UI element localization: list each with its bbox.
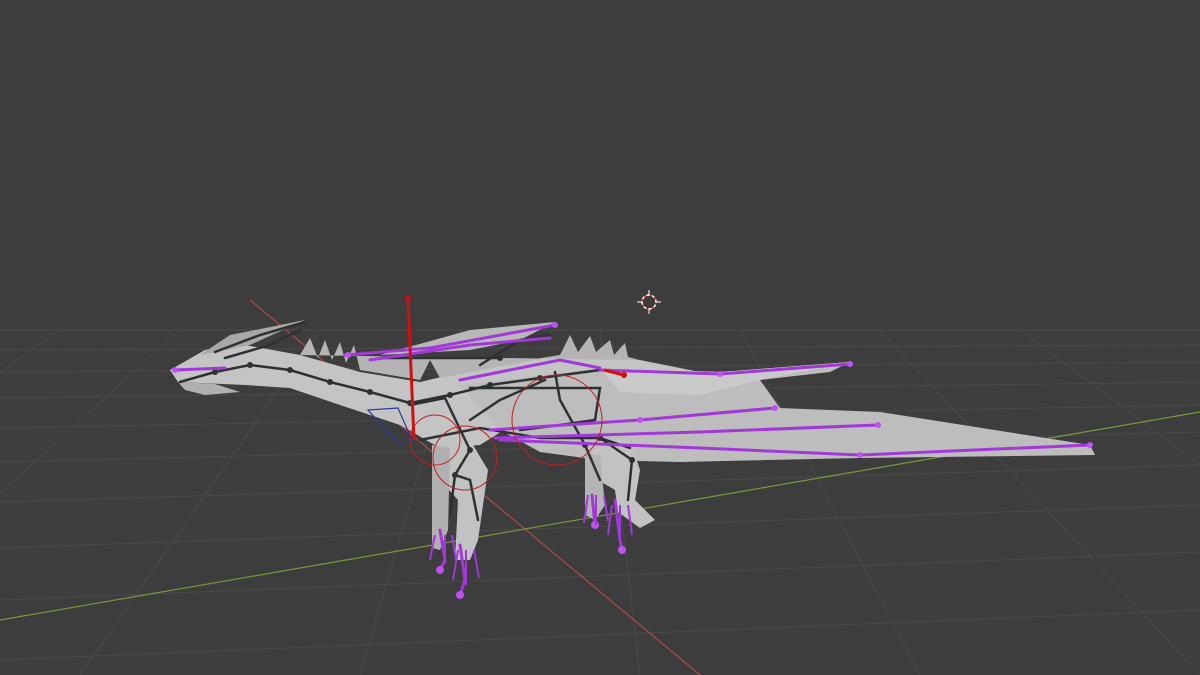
active-bone-head [405, 295, 411, 301]
active-bone-tip [621, 372, 627, 378]
3d-cursor-icon[interactable] [637, 290, 661, 314]
3d-viewport[interactable] [0, 0, 1200, 675]
viewport-canvas[interactable] [0, 0, 1200, 675]
dragon-mesh[interactable] [170, 320, 1095, 560]
